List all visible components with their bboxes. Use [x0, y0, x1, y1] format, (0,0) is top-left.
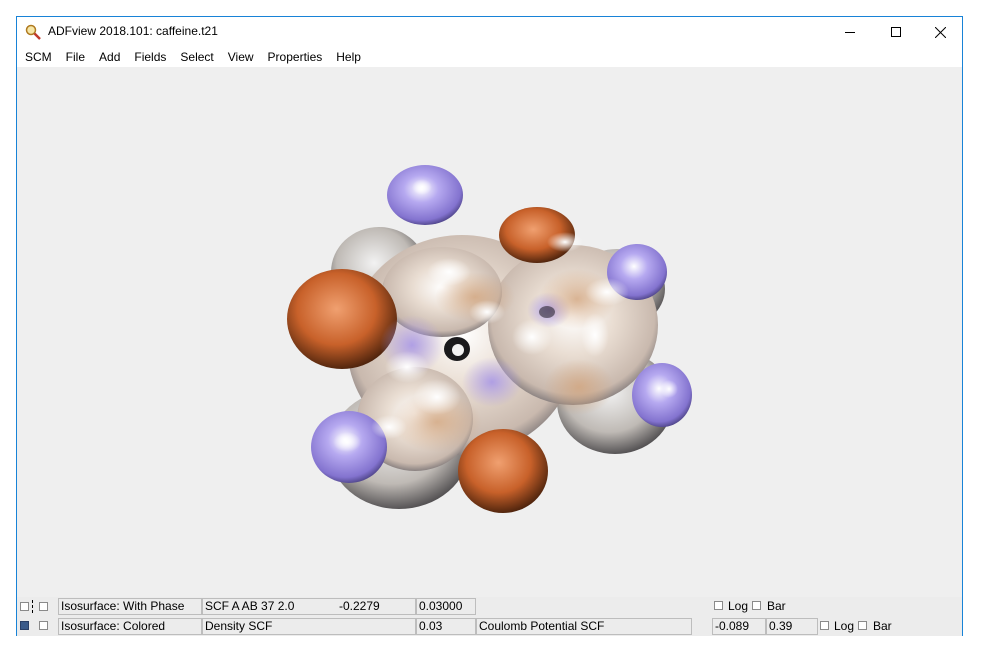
menu-help[interactable]: Help	[329, 47, 368, 67]
menu-properties[interactable]: Properties	[261, 47, 330, 67]
bar-label: Bar	[767, 599, 786, 613]
isosurface-row-1: Isosurface: With Phase SCF A AB 37 2.0 -…	[17, 597, 962, 616]
minimize-button[interactable]	[827, 17, 873, 47]
bar-checkbox[interactable]	[858, 621, 867, 630]
isosurface-panel: Isosurface: With Phase SCF A AB 37 2.0 -…	[17, 597, 962, 636]
title-bar[interactable]: ADFview 2018.101: caffeine.t21	[17, 17, 962, 47]
log-label: Log	[834, 619, 855, 633]
window-title: ADFview 2018.101: caffeine.t21	[48, 24, 218, 38]
log-checkbox[interactable]	[714, 601, 723, 610]
minimize-icon	[845, 32, 855, 33]
row-separator-icon	[32, 600, 35, 613]
close-icon	[934, 26, 946, 38]
log-checkbox[interactable]	[820, 621, 829, 630]
field-select[interactable]: Density SCF	[202, 618, 416, 635]
field-value: -0.2279	[339, 599, 380, 613]
field-select[interactable]: SCF A AB 37 2.0 -0.2279	[202, 598, 416, 615]
type-field[interactable]: Isosurface: With Phase	[58, 598, 202, 615]
3d-viewport[interactable]	[17, 67, 962, 597]
max-value-input[interactable]: 0.39	[766, 618, 818, 635]
bar-label: Bar	[873, 619, 892, 633]
select-checkbox[interactable]	[39, 621, 48, 630]
visibility-checkbox[interactable]	[20, 602, 29, 611]
maximize-button[interactable]	[873, 17, 919, 47]
close-button[interactable]	[917, 17, 963, 47]
app-window: ADFview 2018.101: caffeine.t21 SCM File …	[16, 16, 963, 636]
field-label: SCF A AB 37 2.0	[205, 599, 295, 613]
menu-fields[interactable]: Fields	[127, 47, 173, 67]
iso-value-input[interactable]: 0.03	[416, 618, 476, 635]
menu-select[interactable]: Select	[173, 47, 220, 67]
menu-add[interactable]: Add	[92, 47, 127, 67]
iso-value-input[interactable]: 0.03000	[416, 598, 476, 615]
menu-bar: SCM File Add Fields Select View Properti…	[17, 47, 962, 67]
isosurface-row-2: Isosurface: Colored Density SCF 0.03 Cou…	[17, 617, 962, 636]
type-field[interactable]: Isosurface: Colored	[58, 618, 202, 635]
bar-checkbox[interactable]	[752, 601, 761, 610]
visibility-checkbox[interactable]	[20, 621, 29, 630]
log-label: Log	[728, 599, 749, 613]
magnifier-app-icon	[25, 24, 41, 40]
menu-scm[interactable]: SCM	[17, 47, 59, 67]
select-checkbox[interactable]	[39, 602, 48, 611]
color-field-select[interactable]: Coulomb Potential SCF	[476, 618, 692, 635]
min-value-input[interactable]: -0.089	[712, 618, 766, 635]
maximize-icon	[891, 27, 901, 37]
menu-view[interactable]: View	[221, 47, 261, 67]
caffeine-isosurface[interactable]	[17, 67, 962, 597]
menu-file[interactable]: File	[59, 47, 92, 67]
